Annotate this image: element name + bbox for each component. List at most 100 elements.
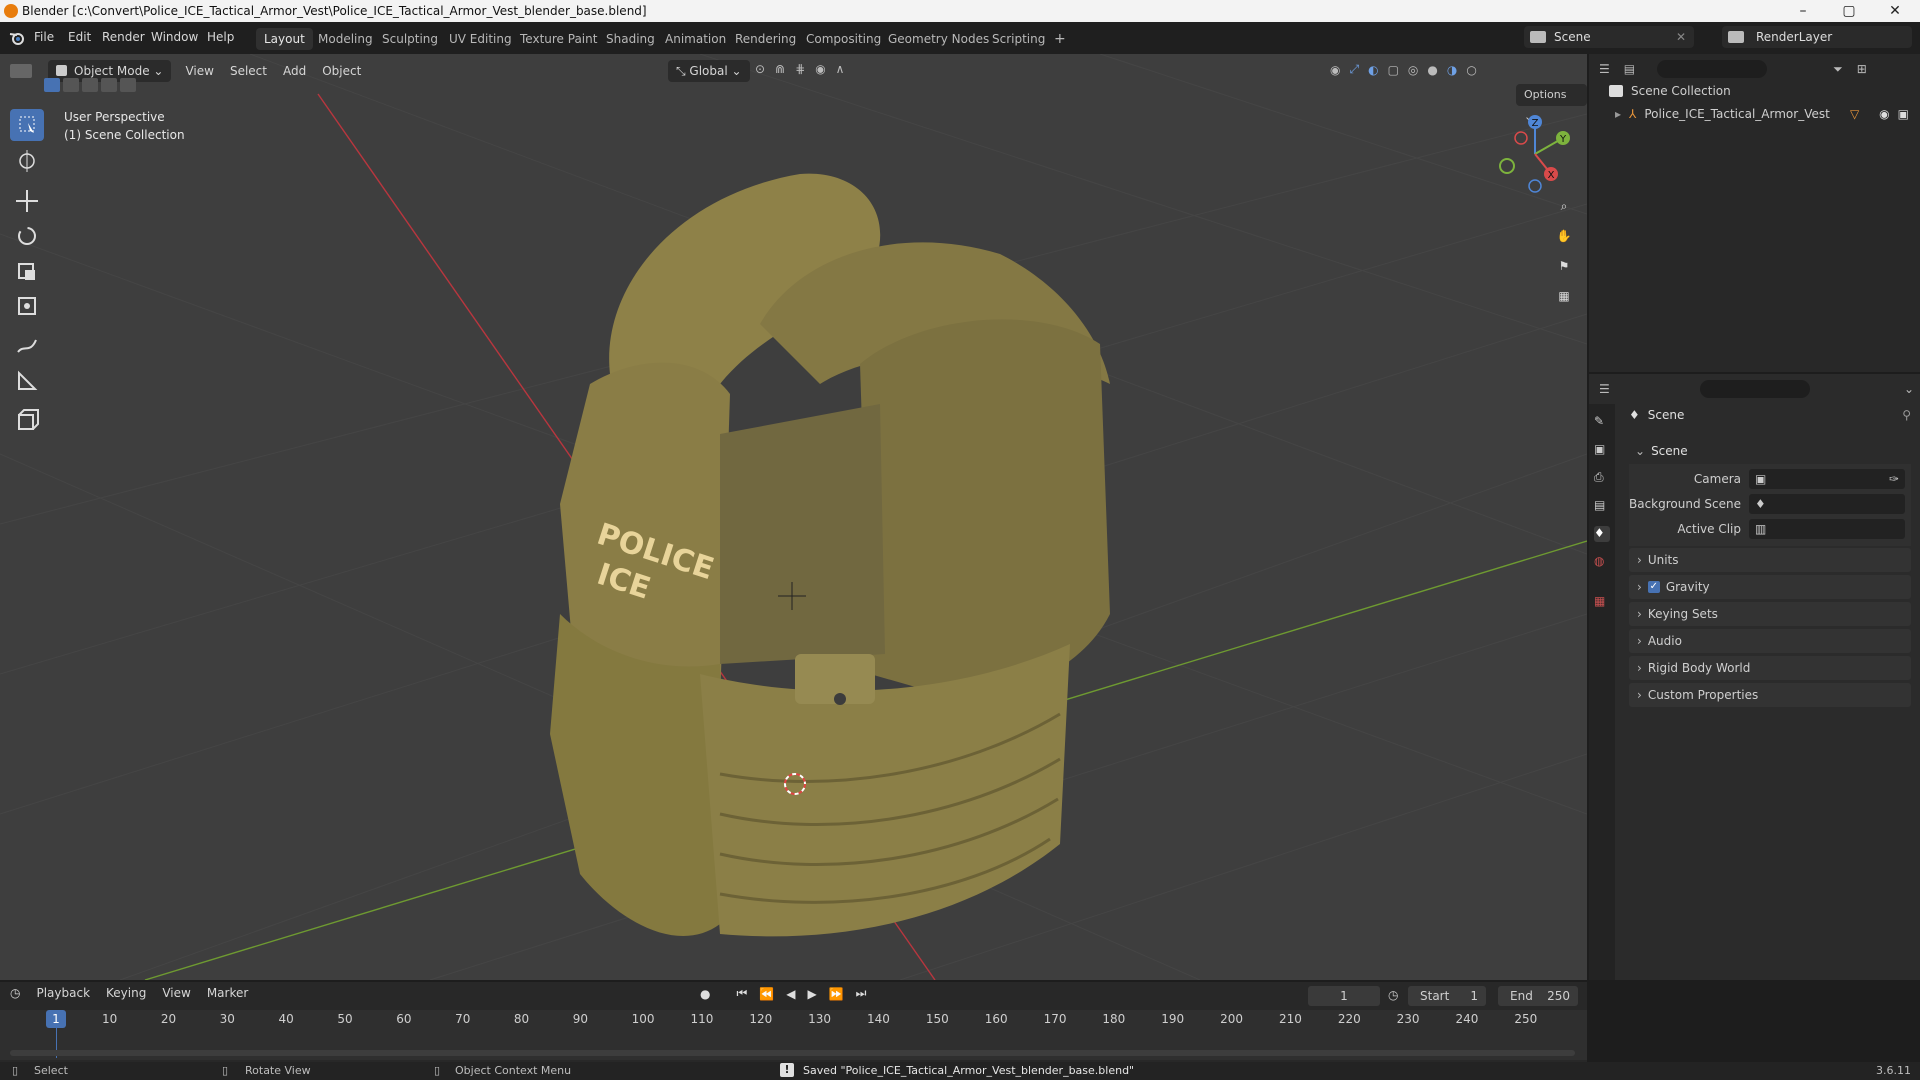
tab-sculpting[interactable]: Sculpting bbox=[374, 28, 446, 50]
zoom-icon[interactable]: ⌕ bbox=[1550, 192, 1578, 220]
add-cube-tool[interactable] bbox=[10, 404, 44, 436]
tab-scripting[interactable]: Scripting bbox=[984, 28, 1053, 50]
eyedropper-icon[interactable]: ✑ bbox=[1889, 472, 1899, 486]
menu-edit[interactable]: Edit bbox=[68, 30, 91, 44]
timeline-menu-view[interactable]: View bbox=[162, 986, 190, 1000]
scene-tab-icon[interactable]: ♦ bbox=[1594, 526, 1610, 542]
snap-icon[interactable]: ⋒ bbox=[775, 62, 785, 76]
end-frame-field[interactable]: End 250 bbox=[1498, 986, 1578, 1006]
tab-layout[interactable]: Layout bbox=[256, 28, 313, 50]
rotate-tool[interactable] bbox=[10, 220, 44, 252]
snap-target-icon[interactable]: ⋕ bbox=[795, 62, 805, 76]
section-gravity[interactable]: › ✓ Gravity bbox=[1629, 575, 1911, 599]
section-custom-properties[interactable]: › Custom Properties bbox=[1629, 683, 1911, 707]
active-clip-field[interactable]: ▥ bbox=[1749, 519, 1905, 539]
properties-editor-icon[interactable]: ☰ bbox=[1599, 382, 1610, 396]
render-tab-icon[interactable]: ▣ bbox=[1594, 442, 1610, 458]
add-workspace-button[interactable]: + bbox=[1046, 28, 1074, 50]
timeline-scrollbar[interactable] bbox=[10, 1050, 1575, 1056]
tab-modeling[interactable]: Modeling bbox=[310, 28, 381, 50]
timeline-menu-playback[interactable]: Playback bbox=[36, 986, 90, 1000]
blender-menu-icon[interactable] bbox=[8, 30, 26, 46]
tool-tab-icon[interactable]: ✎ bbox=[1594, 414, 1610, 430]
select-intersect-icon[interactable] bbox=[120, 78, 136, 92]
display-mode-icon[interactable]: ▤ bbox=[1624, 62, 1635, 76]
gravity-checkbox[interactable]: ✓ bbox=[1647, 581, 1660, 593]
tab-geometry-nodes[interactable]: Geometry Nodes bbox=[880, 28, 997, 50]
scene-selector[interactable]: Scene ✕ bbox=[1524, 26, 1694, 48]
prev-keyframe-icon[interactable]: ⏪ bbox=[759, 987, 774, 1001]
menu-file[interactable]: File bbox=[34, 30, 54, 44]
viewport-menu-view[interactable]: View bbox=[185, 64, 213, 78]
select-subtract-icon[interactable] bbox=[82, 78, 98, 92]
properties-options-icon[interactable]: ⌄ bbox=[1904, 382, 1914, 396]
3d-viewport[interactable]: POLICE ICE Object Mode ⌄ View Select Add… bbox=[0, 54, 1587, 980]
viewport-menu-select[interactable]: Select bbox=[230, 64, 267, 78]
view-layer-tab-icon[interactable]: ▤ bbox=[1594, 498, 1610, 514]
material-shading-icon[interactable]: ◑ bbox=[1447, 63, 1457, 77]
play-reverse-icon[interactable]: ◀ bbox=[786, 987, 795, 1001]
outliner-editor-icon[interactable]: ☰ bbox=[1599, 62, 1610, 76]
output-tab-icon[interactable]: ⎙ bbox=[1594, 470, 1610, 486]
render-layer-selector[interactable]: RenderLayer bbox=[1722, 26, 1912, 48]
viewport-menu-add[interactable]: Add bbox=[283, 64, 306, 78]
frame-range-icon[interactable]: ◷ bbox=[1388, 988, 1398, 1002]
section-units[interactable]: › Units bbox=[1629, 548, 1911, 572]
menu-render[interactable]: Render bbox=[102, 30, 145, 44]
gizmo-toggle-icon[interactable]: ⤢ bbox=[1349, 62, 1359, 77]
playhead[interactable]: 1 bbox=[46, 1010, 66, 1028]
expand-arrow-icon[interactable]: ▸ bbox=[1615, 107, 1621, 121]
section-rigid-body-world[interactable]: › Rigid Body World bbox=[1629, 656, 1911, 680]
options-dropdown[interactable]: Options ⌄ bbox=[1516, 84, 1587, 123]
close-button[interactable]: ✕ bbox=[1872, 0, 1918, 22]
start-frame-field[interactable]: Start 1 bbox=[1408, 986, 1486, 1006]
play-icon[interactable]: ▶ bbox=[807, 987, 816, 1001]
pivot-icon[interactable]: ⊙ bbox=[755, 62, 765, 76]
next-keyframe-icon[interactable]: ⏩ bbox=[829, 987, 844, 1001]
timeline-menu-marker[interactable]: Marker bbox=[207, 986, 248, 1000]
cursor-tool[interactable] bbox=[10, 145, 44, 177]
solid-shading-icon[interactable]: ● bbox=[1427, 63, 1437, 77]
camera-field[interactable]: ▣ ✑ bbox=[1749, 469, 1905, 489]
menu-window[interactable]: Window bbox=[151, 30, 198, 44]
properties-search-input[interactable] bbox=[1699, 380, 1810, 398]
scene-panel-header[interactable]: ⌄ Scene bbox=[1629, 440, 1911, 462]
current-frame-field[interactable]: 1 bbox=[1308, 986, 1380, 1006]
editor-type-icon[interactable] bbox=[10, 64, 32, 78]
pin-icon[interactable]: ⚲ bbox=[1902, 408, 1911, 422]
tab-texture-paint[interactable]: Texture Paint bbox=[512, 28, 605, 50]
background-scene-field[interactable]: ♦ bbox=[1749, 494, 1905, 514]
tab-uv-editing[interactable]: UV Editing bbox=[441, 28, 520, 50]
outliner-search-input[interactable] bbox=[1657, 60, 1768, 78]
texture-tab-icon[interactable]: ▦ bbox=[1594, 594, 1610, 610]
timeline-menu-keying[interactable]: Keying bbox=[106, 986, 146, 1000]
viewport-menu-object[interactable]: Object bbox=[322, 64, 361, 78]
section-audio[interactable]: › Audio bbox=[1629, 629, 1911, 653]
outliner-object-row[interactable]: ▸ ⅄ Police_ICE_Tactical_Armor_Vest ▽ ◉ ▣ bbox=[1615, 104, 1915, 124]
transform-tool[interactable] bbox=[10, 290, 44, 322]
select-box-tool[interactable] bbox=[10, 109, 44, 141]
transform-orientation-dropdown[interactable]: ⤡ Global ⌄ bbox=[668, 60, 750, 82]
visibility-eye-icon[interactable]: ◉ bbox=[1879, 107, 1889, 121]
tab-compositing[interactable]: Compositing bbox=[798, 28, 889, 50]
menu-help[interactable]: Help bbox=[207, 30, 234, 44]
tab-rendering[interactable]: Rendering bbox=[727, 28, 804, 50]
wireframe-shading-icon[interactable]: ◎ bbox=[1408, 63, 1418, 77]
rendered-shading-icon[interactable]: ○ bbox=[1466, 63, 1476, 77]
record-icon[interactable]: ● bbox=[700, 987, 710, 1001]
camera-view-icon[interactable]: ⚑ bbox=[1550, 252, 1578, 280]
annotate-tool[interactable] bbox=[10, 330, 44, 362]
render-camera-icon[interactable]: ▣ bbox=[1898, 107, 1909, 121]
tab-shading[interactable]: Shading bbox=[598, 28, 663, 50]
navigation-gizmo[interactable]: Z Y X bbox=[1495, 114, 1575, 194]
pin-icon[interactable]: ✕ bbox=[1676, 30, 1686, 44]
jump-end-icon[interactable]: ⏭ bbox=[856, 986, 867, 1001]
scene-collection-row[interactable]: Scene Collection bbox=[1609, 84, 1731, 98]
select-new-icon[interactable] bbox=[44, 78, 60, 92]
measure-tool[interactable] bbox=[10, 365, 44, 397]
filter-icon[interactable]: ⏷ bbox=[1833, 62, 1843, 77]
move-tool[interactable] bbox=[10, 185, 44, 217]
overlay-toggle-icon[interactable]: ◐ bbox=[1368, 63, 1378, 77]
world-tab-icon[interactable]: ◍ bbox=[1594, 554, 1610, 570]
maximize-button[interactable]: ▢ bbox=[1826, 0, 1872, 22]
